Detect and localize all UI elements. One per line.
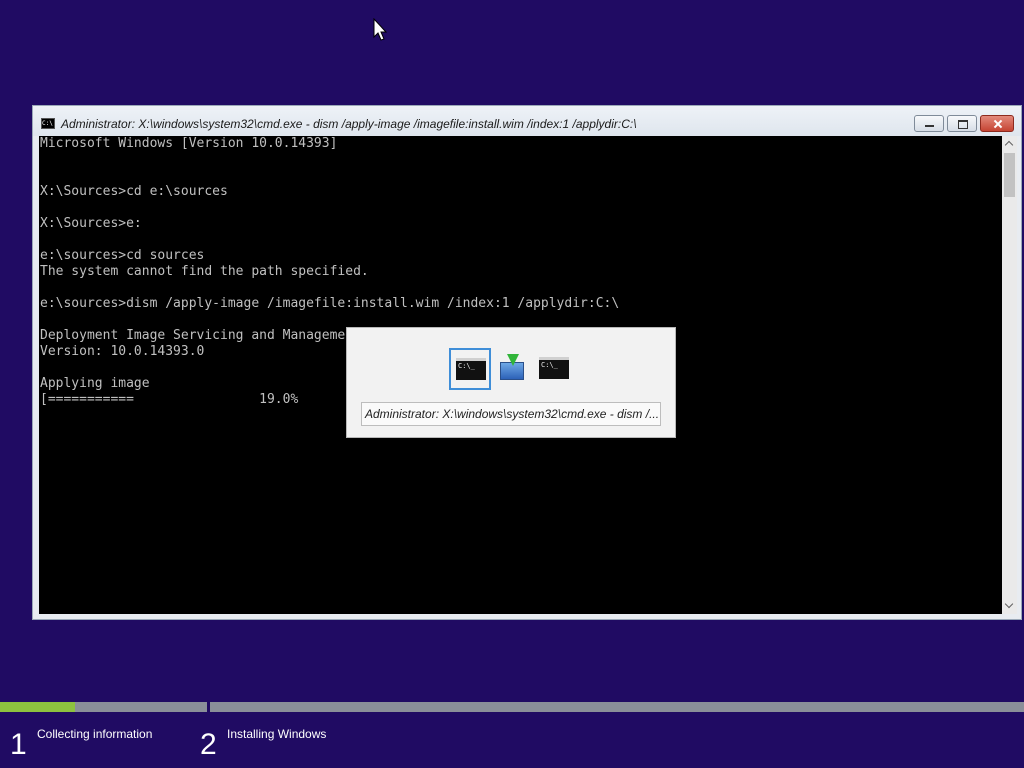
console-line: The system cannot find the path specifie…: [40, 264, 369, 279]
task-switcher: C:\_ C:\_ Administrator: X:\windows\syst…: [346, 327, 676, 438]
cmd-icon: C:\: [41, 118, 55, 129]
step-2: 2: [200, 730, 217, 760]
step-number: 1: [10, 728, 27, 761]
window-title: Administrator: X:\windows\system32\cmd.e…: [61, 117, 637, 131]
maximize-icon: [948, 116, 976, 131]
cmd-icon: C:\_: [539, 357, 569, 379]
step1-progress-track: [0, 702, 207, 712]
step-1: 1: [10, 730, 27, 760]
switcher-item-setup[interactable]: [491, 348, 533, 390]
close-button[interactable]: [980, 115, 1014, 132]
step-label: Collecting information: [37, 727, 153, 741]
minimize-button[interactable]: [914, 115, 944, 132]
console-line: e:\sources>cd sources: [40, 248, 205, 263]
console-line: X:\Sources>cd e:\sources: [40, 184, 228, 199]
step-number: 2: [200, 728, 217, 761]
scroll-down-arrow-icon[interactable]: [1002, 598, 1017, 614]
vertical-scrollbar[interactable]: [1002, 136, 1017, 614]
step-label: Installing Windows: [227, 727, 327, 741]
mouse-pointer-icon: [373, 18, 388, 41]
console-line: X:\Sources>e:: [40, 216, 142, 231]
step2-progress-track: [210, 702, 1024, 712]
cmd-icon: C:\_: [456, 358, 486, 380]
switcher-caption: Administrator: X:\windows\system32\cmd.e…: [361, 402, 661, 426]
close-icon: [981, 116, 1013, 131]
step1-progress-fill: [0, 702, 75, 712]
title-bar[interactable]: C:\ Administrator: X:\windows\system32\c…: [33, 106, 1021, 136]
download-arrow-icon: [507, 354, 519, 366]
maximize-button[interactable]: [947, 115, 977, 132]
switcher-item-cmd-2[interactable]: C:\_: [533, 348, 575, 390]
console-line: e:\sources>dism /apply-image /imagefile:…: [40, 296, 620, 311]
console-line: Microsoft Windows [Version 10.0.14393]: [40, 136, 338, 151]
scrollbar-thumb[interactable]: [1004, 153, 1015, 197]
minimize-icon: [915, 116, 943, 131]
scroll-up-arrow-icon[interactable]: [1002, 136, 1017, 152]
switcher-item-cmd-1[interactable]: C:\_: [449, 348, 491, 390]
